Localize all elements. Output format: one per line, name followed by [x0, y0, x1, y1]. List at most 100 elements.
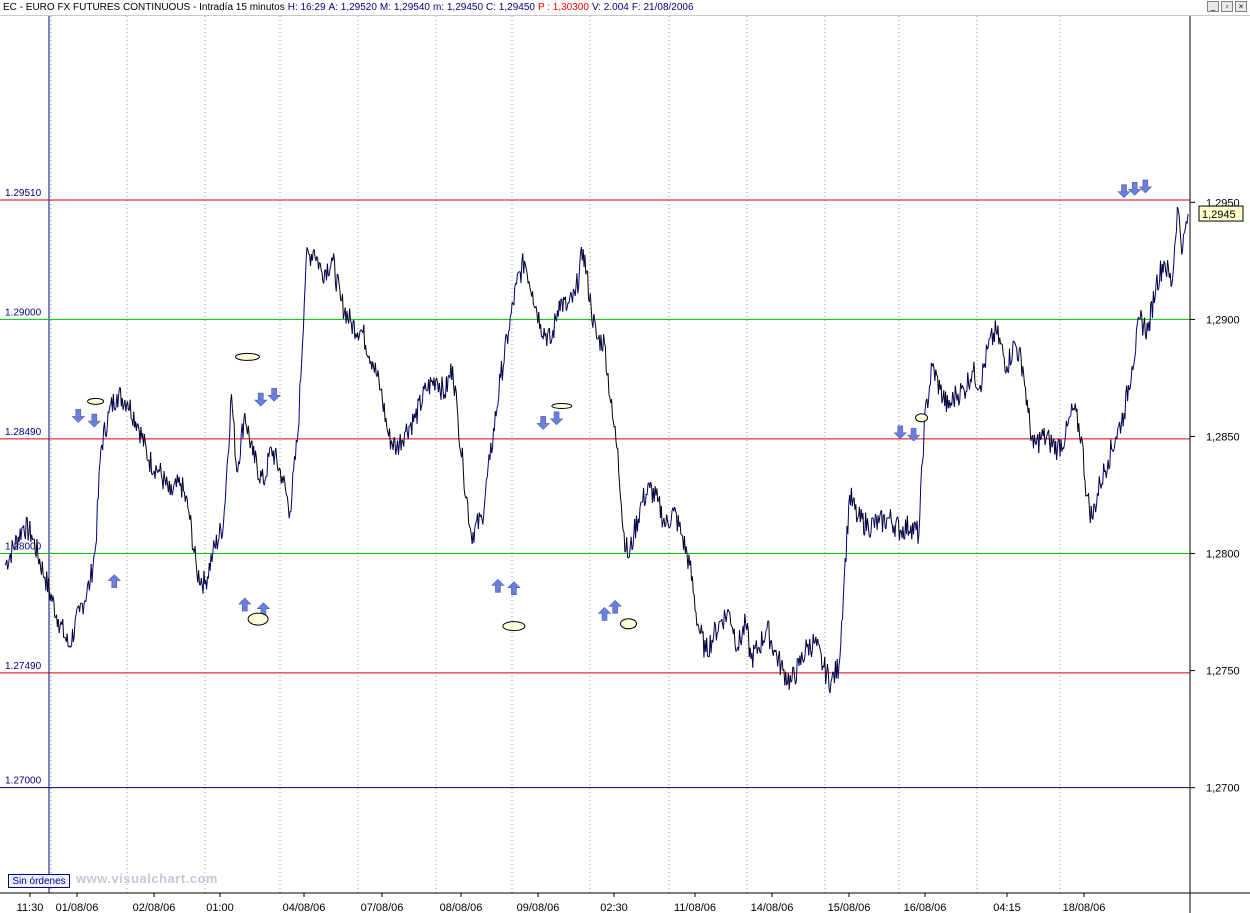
- price-segment: [222, 509, 225, 524]
- grid: [48, 16, 1061, 893]
- price-segment: [1051, 440, 1054, 448]
- price-segment: [656, 488, 659, 503]
- price-segment: [129, 399, 132, 419]
- price-segment: [827, 672, 830, 690]
- title-part-4: m:: [432, 2, 447, 13]
- price-segment: [53, 601, 56, 618]
- price-segment: [895, 518, 898, 524]
- price-segment: [997, 325, 1000, 345]
- price-segment: [959, 383, 962, 401]
- price-segment: [812, 634, 815, 644]
- price-segment: [501, 367, 504, 381]
- price-segment: [725, 613, 728, 622]
- price-segment: [436, 377, 439, 383]
- price-segment: [24, 517, 27, 540]
- buy-arrow-icon: [608, 599, 622, 614]
- price-segment: [493, 411, 496, 432]
- price-segment: [819, 650, 822, 654]
- price-segment: [632, 534, 635, 548]
- price-segment: [1164, 263, 1167, 273]
- price-segment: [617, 448, 620, 472]
- price-segment: [319, 263, 322, 271]
- price-segment: [159, 463, 162, 475]
- price-segment: [866, 518, 869, 526]
- title-value-4: 1,29450: [446, 2, 484, 13]
- price-segment: [108, 405, 111, 414]
- price-segment: [1162, 260, 1165, 273]
- price-segment: [985, 344, 987, 368]
- price-segment: [1080, 436, 1083, 442]
- price-segment: [508, 315, 511, 330]
- price-segment: [424, 382, 427, 390]
- price-segment: [809, 639, 812, 650]
- price-segment: [791, 666, 794, 681]
- price-segment: [927, 398, 930, 408]
- price-segment: [1001, 344, 1004, 356]
- title-part-0: EC - EURO FX FUTURES CONTINUOUS - Intrad…: [3, 2, 285, 13]
- price-segment: [818, 643, 820, 646]
- marker-ellipse: [551, 403, 573, 410]
- x-tick-label: 11:30: [17, 902, 44, 913]
- price-segment: [612, 421, 615, 428]
- price-segment: [92, 555, 95, 568]
- price-segment: [596, 337, 599, 340]
- price-segment: [962, 387, 965, 390]
- no-orders-button[interactable]: Sin órdenes: [8, 874, 70, 888]
- price-segment: [899, 529, 902, 532]
- price-segment: [137, 424, 140, 430]
- price-segment: [628, 546, 631, 557]
- price-segment: [1056, 448, 1058, 460]
- price-segment: [839, 645, 842, 659]
- price-segment: [244, 413, 247, 424]
- price-segment: [421, 386, 424, 402]
- price-chart: 1.295101.290001.284901.280001.274901.270…: [0, 16, 1250, 913]
- price-segment: [1158, 280, 1161, 289]
- price-segment: [872, 517, 875, 520]
- title-value-6: 1,30300: [552, 2, 589, 13]
- price-segment: [64, 636, 66, 639]
- price-segment: [532, 291, 534, 305]
- price-segment: [351, 320, 354, 334]
- price-segment: [268, 448, 271, 457]
- price-segment: [247, 425, 250, 437]
- price-segment: [738, 630, 741, 641]
- price-segment: [1169, 273, 1172, 287]
- price-segment: [690, 560, 693, 581]
- price-segment: [1107, 459, 1110, 470]
- close-button[interactable]: ×: [1235, 1, 1247, 12]
- price-segment: [228, 434, 231, 450]
- price-segment: [584, 254, 587, 275]
- price-segment: [777, 656, 780, 667]
- price-segment: [492, 428, 494, 448]
- price-segment: [695, 612, 698, 626]
- price-segment: [504, 334, 507, 344]
- price-segment: [1182, 234, 1185, 250]
- price-segment: [1043, 428, 1046, 446]
- price-segment: [357, 335, 360, 341]
- price-segment: [118, 387, 121, 395]
- price-segment: [229, 402, 232, 435]
- minimize-button[interactable]: _: [1207, 1, 1219, 12]
- price-segment: [288, 511, 291, 519]
- price-segment: [1008, 348, 1011, 366]
- price-segment: [211, 553, 214, 562]
- price-segment: [608, 394, 611, 398]
- price-segment: [644, 493, 647, 504]
- price-segment: [674, 506, 677, 511]
- price-segment: [1093, 503, 1096, 505]
- price-segment: [321, 272, 324, 283]
- price-segment: [935, 369, 938, 376]
- price-segment: [1105, 470, 1108, 478]
- price-segment: [73, 619, 76, 636]
- price-segment: [1067, 417, 1070, 425]
- price-segment: [628, 556, 630, 559]
- price-segment: [1092, 503, 1095, 520]
- price-segment: [31, 534, 34, 540]
- price-segment: [660, 505, 663, 528]
- price-segment: [940, 384, 943, 404]
- price-segment: [112, 394, 115, 410]
- price-segment: [74, 614, 77, 620]
- maximize-button[interactable]: ▫: [1221, 1, 1233, 12]
- level-label: 1.27490: [5, 661, 42, 672]
- price-segment: [477, 512, 480, 529]
